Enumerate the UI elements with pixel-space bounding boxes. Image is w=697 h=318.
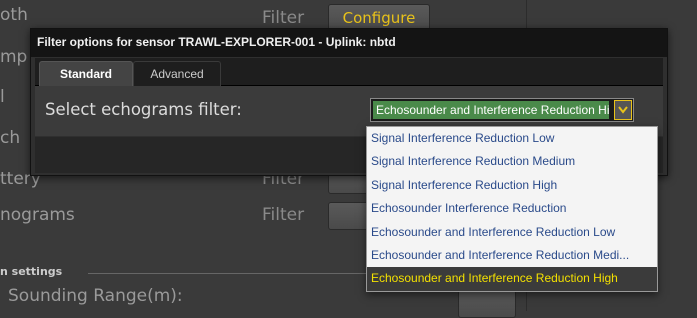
option-echo-interference-high[interactable]: Echosounder and Interference Reduction H…	[367, 267, 657, 291]
select-current-value: Echosounder and Interference Reduction H…	[373, 101, 609, 119]
filter-options-list: Signal Interference Reduction Low Signal…	[366, 126, 658, 292]
tab-advanced[interactable]: Advanced	[133, 61, 221, 86]
option-signal-low[interactable]: Signal Interference Reduction Low	[367, 127, 657, 150]
section-heading: n settings	[0, 265, 63, 278]
bg-row-echograms: nograms	[0, 205, 75, 225]
option-echo-interference-medium[interactable]: Echosounder and Interference Reduction M…	[367, 244, 657, 267]
bg-row-sounding-range: Sounding Range(m):	[8, 286, 183, 306]
echogram-filter-select[interactable]: Echosounder and Interference Reduction H…	[370, 98, 634, 122]
dialog-title: Filter options for sensor TRAWL-EXPLORER…	[37, 35, 396, 49]
option-signal-high[interactable]: Signal Interference Reduction High	[367, 174, 657, 197]
select-filter-label: Select echograms filter:	[45, 100, 242, 119]
option-echo-interference-low[interactable]: Echosounder and Interference Reduction L…	[367, 221, 657, 244]
tab-standard[interactable]: Standard	[39, 61, 133, 86]
bg-row-temp: mp	[0, 47, 28, 67]
chevron-down-icon	[618, 106, 628, 114]
bg-filter-label-echograms: Filter	[262, 205, 305, 225]
bg-row-level: l	[0, 87, 5, 107]
dialog-titlebar[interactable]: Filter options for sensor TRAWL-EXPLORER…	[31, 29, 667, 57]
option-echosounder-interference[interactable]: Echosounder Interference Reduction	[367, 197, 657, 220]
bg-row-depth: oth	[0, 5, 28, 25]
tab-bar: Standard Advanced	[35, 58, 663, 86]
option-signal-medium[interactable]: Signal Interference Reduction Medium	[367, 150, 657, 173]
bg-filter-label: Filter	[262, 8, 305, 28]
bg-row-pitch: ch	[0, 128, 21, 148]
dropdown-toggle-button[interactable]	[614, 100, 632, 120]
sounding-range-select[interactable]	[458, 290, 516, 318]
echograms-filter-button[interactable]	[328, 202, 370, 230]
